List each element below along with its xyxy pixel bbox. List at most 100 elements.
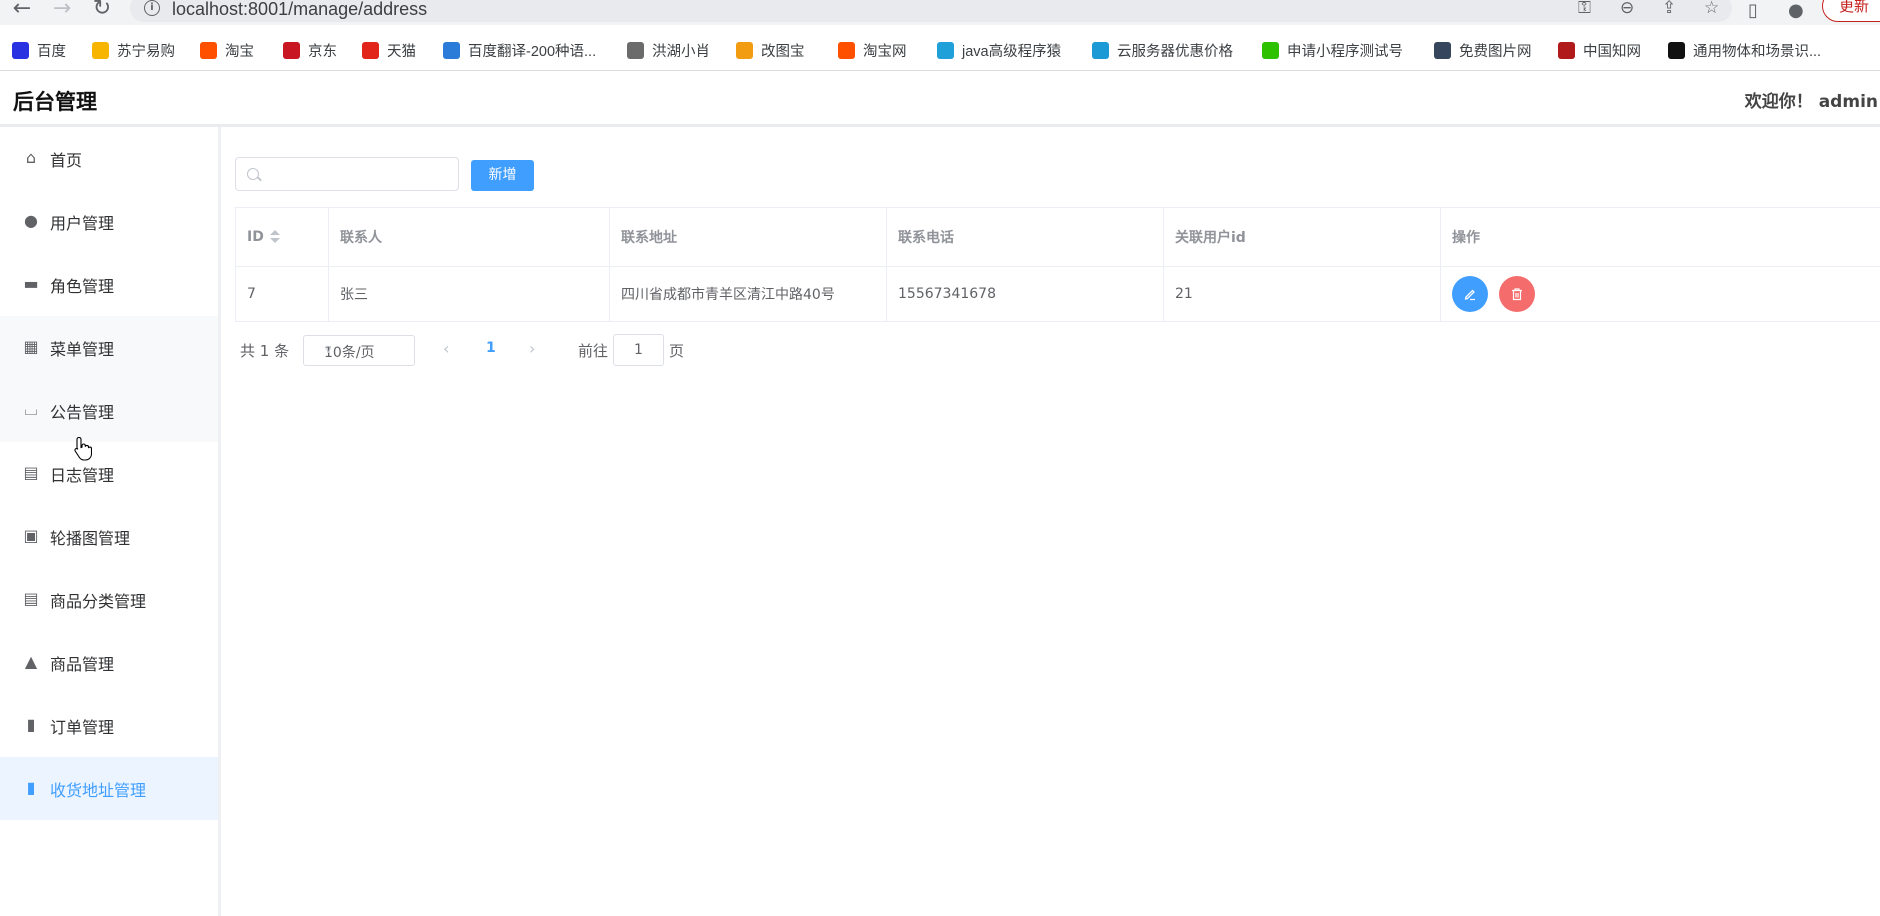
sidebar-item[interactable]: ▮ 订单管理 <box>0 694 218 757</box>
bookmark-item[interactable]: 申请小程序测试号 <box>1262 40 1403 61</box>
app-title: 后台管理 <box>13 90 97 114</box>
sidebar-item[interactable]: ▦ 菜单管理 <box>0 316 218 379</box>
prev-page-icon[interactable]: ‹ <box>443 339 449 358</box>
sidebar-item-label: 角色管理 <box>50 277 115 296</box>
bookmark-item[interactable]: 百度翻译-200种语... <box>443 40 596 61</box>
bookmark-item[interactable]: 洪湖小肖 <box>627 40 710 61</box>
bookmark-item[interactable]: 中国知网 <box>1558 40 1641 61</box>
trash-icon <box>1512 288 1522 301</box>
briefcase-icon: ▬ <box>23 274 39 293</box>
sidebar-item[interactable]: ⌂ 首页 <box>0 127 218 190</box>
sidebar-item-label: 公告管理 <box>50 403 115 422</box>
column-header-user-id: 关联用户id <box>1164 208 1441 266</box>
update-button[interactable]: 更新 <box>1822 0 1880 22</box>
bookmark-item[interactable]: 淘宝网 <box>838 40 907 61</box>
bookmark-item[interactable]: 通用物体和场景识... <box>1668 40 1821 61</box>
bookmark-item[interactable]: 苏宁易购 <box>92 40 175 61</box>
profile-avatar-icon[interactable]: ● <box>1788 0 1804 21</box>
sidebar-item[interactable]: ▤ 商品分类管理 <box>0 568 218 631</box>
back-arrow-icon[interactable]: ← <box>8 0 36 22</box>
bookmark-item[interactable]: 淘宝 <box>200 40 254 61</box>
page-size-select[interactable]: 10条/页 ∨ <box>303 335 415 366</box>
goto-page-input[interactable]: 1 <box>613 334 664 366</box>
cell-user-id: 21 <box>1164 266 1441 321</box>
sidebar-item-label: 商品管理 <box>50 655 115 674</box>
bookmark-item[interactable]: java高级程序猿 <box>937 40 1061 61</box>
sidebar-item[interactable]: ⌴ 公告管理 <box>0 379 218 442</box>
bookmark-label: java高级程序猿 <box>962 44 1062 60</box>
taobao-icon <box>838 42 855 59</box>
search-input-wrapper[interactable] <box>235 157 459 191</box>
bookmark-item[interactable]: 百度 <box>12 40 66 61</box>
sidebar-item-label: 菜单管理 <box>50 340 115 359</box>
reload-icon[interactable]: ↻ <box>88 0 116 22</box>
taobao-icon <box>200 42 217 59</box>
bookmark-star-icon[interactable]: ☆ <box>1704 0 1719 18</box>
column-header-actions: 操作 <box>1452 230 1480 246</box>
bookmark-label: 通用物体和场景识... <box>1693 44 1822 60</box>
next-page-icon[interactable]: › <box>529 339 535 358</box>
bar-chart-icon: ▮ <box>26 778 36 797</box>
gaitubao-icon <box>736 42 753 59</box>
sort-caret-icon[interactable] <box>269 230 280 244</box>
picture-icon: ▣ <box>23 526 39 545</box>
sidebar: ⌂ 首页 ● 用户管理 ▬ 角色管理 ▦ 菜单管理 ⌴ 公告管理 ▤ 日志管理 ▣ 轮播图管理 ▤ 商品分类管… <box>0 127 221 916</box>
page-suffix-label: 页 <box>669 342 685 360</box>
suning-icon <box>92 42 109 59</box>
bookmark-item[interactable]: 改图宝 <box>736 40 805 61</box>
column-header-id[interactable]: ID <box>236 208 329 266</box>
search-input[interactable] <box>266 162 450 188</box>
cell-contact: 张三 <box>329 266 610 321</box>
bag-icon: ▲ <box>24 652 38 671</box>
bookmark-item[interactable]: 免费图片网 <box>1434 40 1532 61</box>
notebook-icon: ▤ <box>23 463 39 482</box>
site-info-icon[interactable]: i <box>144 0 160 16</box>
sidebar-item[interactable]: ● 用户管理 <box>0 190 218 253</box>
bookmark-label: 云服务器优惠价格 <box>1117 44 1233 60</box>
forward-arrow-icon[interactable]: → <box>48 0 76 22</box>
app-header: 后台管理 欢迎你！ admin <box>0 71 1880 127</box>
address-table: ID 联系人 联系地址 联系电话 关联用户id 操作 7 张三 四川省成都市青羊… <box>235 207 1880 322</box>
sidebar-item[interactable]: ▮ 收货地址管理 <box>0 757 218 820</box>
sidebar-item-label: 轮播图管理 <box>50 529 131 548</box>
edit-pencil-icon <box>1464 289 1475 301</box>
edit-button[interactable] <box>1452 276 1488 312</box>
bookmark-label: 淘宝 <box>225 44 254 60</box>
bookmark-label: 天猫 <box>387 44 416 60</box>
grid-icon: ▦ <box>23 337 39 356</box>
side-panel-icon[interactable]: ▯ <box>1748 0 1758 21</box>
bookmark-label: 百度 <box>37 44 66 60</box>
home-icon: ⌂ <box>25 148 37 167</box>
tumblr-icon <box>1434 42 1451 59</box>
document-icon: ▤ <box>23 589 39 608</box>
sidebar-item-label: 收货地址管理 <box>50 781 147 800</box>
delete-button[interactable] <box>1499 276 1535 312</box>
key-icon[interactable]: ⚿ <box>1578 0 1591 18</box>
bookmark-item[interactable]: 云服务器优惠价格 <box>1092 40 1233 61</box>
column-header-contact: 联系人 <box>329 208 610 266</box>
cell-address: 四川省成都市青羊区清江中路40号 <box>610 266 887 321</box>
sidebar-item[interactable]: ▬ 角色管理 <box>0 253 218 316</box>
goto-label: 前往 <box>578 342 609 360</box>
tmall-icon <box>362 42 379 59</box>
address-bar[interactable]: i localhost:8001/manage/address ⚿ ⊖ ⇪ ☆ <box>130 0 1732 22</box>
bookmark-label: 申请小程序测试号 <box>1287 44 1403 60</box>
bookmark-item[interactable]: 天猫 <box>362 40 416 61</box>
bookmark-label: 洪湖小肖 <box>652 44 710 60</box>
bookmark-label: 百度翻译-200种语... <box>468 44 597 60</box>
column-header-address: 联系地址 <box>610 208 887 266</box>
bookmark-label: 京东 <box>308 44 337 60</box>
hand-cursor-icon <box>74 436 92 461</box>
sidebar-item[interactable]: ▲ 商品管理 <box>0 631 218 694</box>
pagination-total: 共 1 条 <box>240 342 290 360</box>
hawk-icon <box>627 42 644 59</box>
zoom-icon[interactable]: ⊖ <box>1620 0 1634 18</box>
bookmark-item[interactable]: 京东 <box>283 40 337 61</box>
sidebar-item[interactable]: ▤ 日志管理 <box>0 442 218 505</box>
page-number-current[interactable]: 1 <box>486 340 496 356</box>
share-icon[interactable]: ⇪ <box>1662 0 1676 18</box>
baidu-icon <box>12 42 29 59</box>
sidebar-item[interactable]: ▣ 轮播图管理 <box>0 505 218 568</box>
add-button[interactable]: 新增 <box>471 160 534 191</box>
url-text[interactable]: localhost:8001/manage/address <box>172 0 427 20</box>
